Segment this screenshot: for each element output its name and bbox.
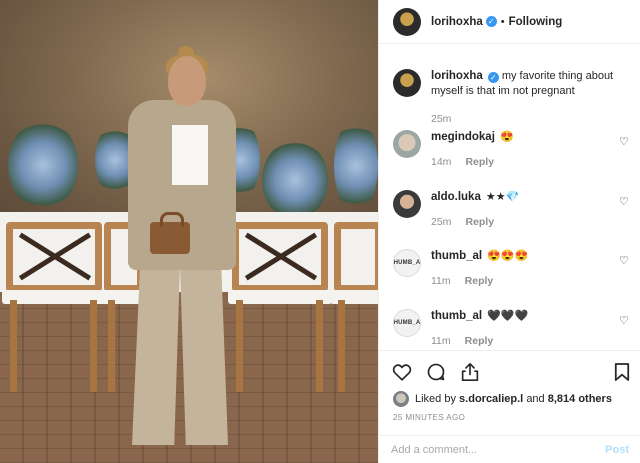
bookmark-icon[interactable] (611, 361, 633, 383)
comment-item: megindokaj 😍 14m Reply ♡ (393, 130, 633, 170)
comment-username[interactable]: megindokaj (431, 131, 495, 143)
author-username[interactable]: lorihoxha (431, 16, 483, 28)
comment-username[interactable]: thumb_al (431, 310, 482, 322)
commenter-avatar[interactable] (393, 130, 421, 158)
post-photo[interactable] (0, 0, 378, 463)
likes-summary: Liked by s.dorcaliep.l and 8,814 others (393, 391, 612, 407)
caption-avatar[interactable] (393, 69, 421, 97)
comment-item: THUMB_AL thumb_al 😍😍😍 11m Reply ♡ (393, 249, 633, 289)
likes-connector: and (526, 393, 545, 405)
heart-icon[interactable] (391, 361, 413, 383)
likes-count[interactable]: 8,814 others (548, 393, 612, 405)
author-avatar[interactable] (393, 7, 421, 36)
comment-username[interactable]: thumb_al (431, 250, 482, 262)
separator-dot: • (500, 15, 505, 28)
comment-username[interactable]: aldo.luka (431, 191, 481, 203)
reply-button[interactable]: Reply (465, 216, 494, 228)
caption-time[interactable]: 25m (431, 113, 451, 125)
post-sidebar: lorihoxha ✓ • Following lorihoxha ✓ my fa… (378, 0, 640, 463)
comment-time[interactable]: 11m (431, 335, 451, 347)
verified-icon: ✓ (487, 72, 499, 83)
comment-item: aldo.luka ★★💎 25m Reply ♡ (393, 190, 633, 230)
reply-button[interactable]: Reply (465, 156, 494, 168)
post-header: lorihoxha ✓ • Following (379, 0, 640, 44)
comment-like-heart-icon[interactable]: ♡ (619, 136, 631, 148)
comment-like-heart-icon[interactable]: ♡ (619, 255, 631, 267)
comment-like-heart-icon[interactable]: ♡ (619, 315, 631, 327)
post-comment-button[interactable]: Post (605, 444, 629, 456)
reply-button[interactable]: Reply (465, 335, 494, 347)
comment-time[interactable]: 11m (431, 275, 451, 287)
add-comment-bar: Add a comment... Post (379, 435, 640, 463)
caption-username[interactable]: lorihoxha (431, 70, 483, 82)
commenter-avatar[interactable] (393, 190, 421, 218)
comment-time[interactable]: 25m (431, 216, 451, 228)
caption: lorihoxha ✓ my favorite thing about mysel… (393, 69, 633, 127)
comment-item: THUMB_AL thumb_al 🖤🖤🖤 11m Reply ♡ (393, 309, 633, 349)
comment-text: 😍😍😍 (487, 250, 529, 262)
liker-avatar[interactable] (393, 391, 409, 407)
comment-like-heart-icon[interactable]: ♡ (619, 196, 631, 208)
liker-username[interactable]: s.dorcaliep.l (459, 393, 523, 405)
verified-icon: ✓ (485, 16, 497, 27)
comment-time[interactable]: 14m (431, 156, 451, 168)
post-actions: Liked by s.dorcaliep.l and 8,814 others … (379, 350, 640, 463)
add-comment-input[interactable]: Add a comment... (391, 444, 477, 456)
following-button[interactable]: Following (509, 16, 563, 28)
post-timestamp[interactable]: 25 MINUTES AGO (393, 413, 465, 422)
comment-text: ★★💎 (485, 191, 520, 203)
comment-text: 😍 (499, 131, 514, 143)
likes-prefix: Liked by (415, 393, 456, 405)
commenter-avatar[interactable]: THUMB_AL (393, 249, 421, 277)
commenter-avatar[interactable]: THUMB_AL (393, 309, 421, 337)
comment-icon[interactable] (425, 361, 447, 383)
comments-list[interactable]: lorihoxha ✓ my favorite thing about mysel… (379, 55, 640, 350)
share-icon[interactable] (459, 361, 481, 383)
comment-text: 🖤🖤🖤 (487, 310, 529, 322)
reply-button[interactable]: Reply (465, 275, 494, 287)
